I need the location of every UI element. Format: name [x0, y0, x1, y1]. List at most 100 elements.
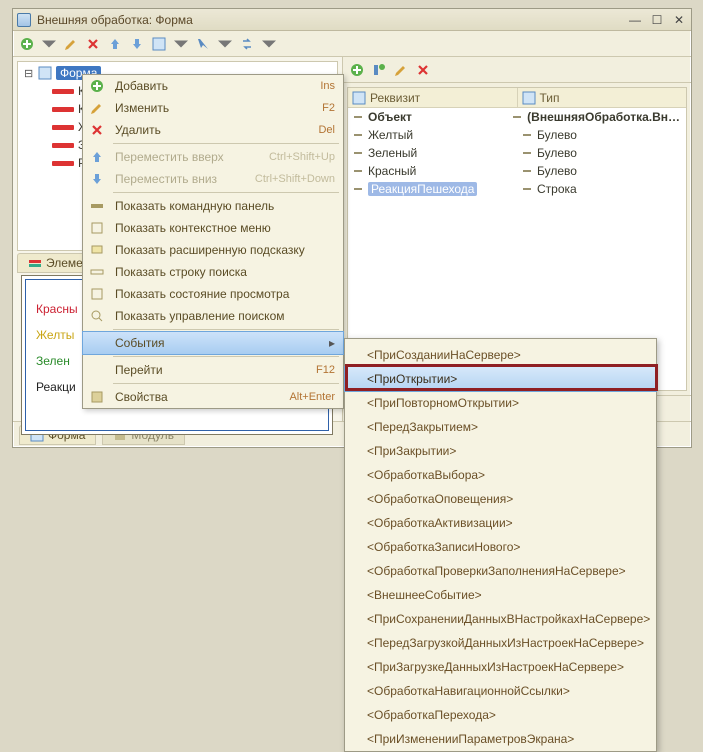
magnify-icon: [90, 309, 104, 323]
type-icon: [523, 134, 531, 136]
minimize-button[interactable]: —: [627, 13, 643, 27]
maximize-button[interactable]: ☐: [649, 13, 665, 27]
event-item[interactable]: <ПриЗагрузкеДанныхИзНастроекНаСервере>: [345, 655, 656, 679]
plus-icon: [90, 79, 104, 93]
req-name: Зеленый: [368, 146, 417, 160]
collapse-icon[interactable]: ⊟: [24, 67, 34, 80]
ctx-movedown: Переместить внизCtrl+Shift+Down: [83, 168, 343, 190]
event-item[interactable]: <ОбработкаОповещения>: [345, 487, 656, 511]
ctx-showcmd[interactable]: Показать командную панель: [83, 195, 343, 217]
item-glyph: [52, 143, 74, 148]
ctx-delete[interactable]: УдалитьDel: [83, 119, 343, 141]
req-name: РеакцияПешехода: [368, 182, 477, 196]
req-icon: [354, 116, 362, 118]
events-submenu: <ПриСозданииНаСервере><ПриОткрытии><ПриП…: [344, 338, 657, 752]
delete-button[interactable]: [83, 34, 103, 54]
moveup-button[interactable]: [105, 34, 125, 54]
ctx-showsearchctl[interactable]: Показать управление поиском: [83, 305, 343, 327]
add-dropdown[interactable]: [39, 34, 59, 54]
event-item[interactable]: <ПередЗагрузкойДанныхИзНастроекНаСервере…: [345, 631, 656, 655]
arrow-tool[interactable]: [193, 34, 213, 54]
event-item[interactable]: <ОбработкаПерехода>: [345, 703, 656, 727]
table-row[interactable]: РеакцияПешехода Строка: [348, 180, 686, 198]
viewstate-icon: [90, 287, 104, 301]
event-item[interactable]: <ПриЗакрытии>: [345, 439, 656, 463]
close-button[interactable]: ✕: [671, 13, 687, 27]
event-item[interactable]: <ПриОткрытии>: [345, 367, 656, 391]
table-icon: [38, 66, 52, 80]
event-item[interactable]: <ОбработкаПроверкиЗаполненияНаСервере>: [345, 559, 656, 583]
ctx-goto[interactable]: ПерейтиF12: [83, 359, 343, 381]
titlebar: Внешняя обработка: Форма — ☐ ✕: [13, 9, 691, 31]
type-icon: [523, 188, 531, 190]
preview-reaction-label: Реакци: [36, 380, 76, 394]
swap-tool[interactable]: [237, 34, 257, 54]
add-col-button[interactable]: [369, 60, 389, 80]
ctx-showsearch[interactable]: Показать строку поиска: [83, 261, 343, 283]
movedown-button[interactable]: [127, 34, 147, 54]
col-req: Реквизит: [370, 91, 420, 105]
preview-green-label: Зелен: [36, 354, 70, 368]
type-icon: [523, 170, 531, 172]
ctx-showtip[interactable]: Показать расширенную подсказку: [83, 239, 343, 261]
caret-2[interactable]: [215, 34, 235, 54]
req-name: Желтый: [368, 128, 413, 142]
grid-button[interactable]: [149, 34, 169, 54]
arrow-down-icon: [90, 172, 104, 186]
pencil-icon: [90, 101, 104, 115]
type-icon: [523, 152, 531, 154]
req-icon: [354, 188, 362, 190]
table-row[interactable]: КрасныйБулево: [348, 162, 686, 180]
preview-yellow-label: Желты: [36, 328, 74, 342]
preview-red-label: Красны: [36, 302, 78, 316]
event-item[interactable]: <ОбработкаНавигационнойСсылки>: [345, 679, 656, 703]
edit-button[interactable]: [61, 34, 81, 54]
ctx-showctx[interactable]: Показать контекстное меню: [83, 217, 343, 239]
event-item[interactable]: <ПриПовторномОткрытии>: [345, 391, 656, 415]
col-type: Тип: [540, 91, 560, 105]
context-menu: ДобавитьIns ИзменитьF2 УдалитьDel Переме…: [82, 74, 344, 409]
table-row[interactable]: Желтый Булево: [348, 126, 686, 144]
event-item[interactable]: <ПриИзмененииПараметровЭкрана>: [345, 727, 656, 751]
ctx-moveup: Переместить вверхCtrl+Shift+Up: [83, 146, 343, 168]
arrow-up-icon: [90, 150, 104, 164]
req-icon: [354, 152, 362, 154]
req-type: Булево: [537, 128, 577, 142]
chevron-right-icon: ▸: [329, 336, 335, 350]
searchbar-icon: [90, 265, 104, 279]
x-icon: [90, 123, 104, 137]
caret-1[interactable]: [171, 34, 191, 54]
req-type: Булево: [537, 146, 577, 160]
event-item[interactable]: <ОбработкаАктивизации>: [345, 511, 656, 535]
caret-3[interactable]: [259, 34, 279, 54]
req-type: Строка: [537, 182, 577, 196]
add-button[interactable]: [17, 34, 37, 54]
props-icon: [90, 390, 104, 404]
ctx-events[interactable]: События▸: [83, 332, 343, 354]
type-icon: [513, 116, 521, 118]
ctx-showview[interactable]: Показать состояние просмотра: [83, 283, 343, 305]
event-item[interactable]: <ВнешнееСобытие>: [345, 583, 656, 607]
req-icon: [354, 170, 362, 172]
table-row[interactable]: Объект(ВнешняяОбработка.Вн…: [348, 108, 686, 126]
event-item[interactable]: <ПриСохраненииДанныхВНастройкахНаСервере…: [345, 607, 656, 631]
event-item[interactable]: <ОбработкаЗаписиНового>: [345, 535, 656, 559]
column-icon: [522, 91, 536, 105]
toolbar-glyph: [52, 89, 74, 94]
req-name: Объект: [368, 110, 412, 124]
cmdpanel-icon: [90, 199, 104, 213]
ctx-add[interactable]: ДобавитьIns: [83, 75, 343, 97]
edit-req-button[interactable]: [391, 60, 411, 80]
item-glyph: [52, 161, 74, 166]
req-type: Булево: [537, 164, 577, 178]
req-icon: [354, 134, 362, 136]
ctx-props[interactable]: СвойстваAlt+Enter: [83, 386, 343, 408]
add-req-button[interactable]: [347, 60, 367, 80]
right-toolbar: [343, 57, 691, 83]
event-item[interactable]: <ПередЗакрытием>: [345, 415, 656, 439]
ctx-edit[interactable]: ИзменитьF2: [83, 97, 343, 119]
delete-req-button[interactable]: [413, 60, 433, 80]
event-item[interactable]: <ОбработкаВыбора>: [345, 463, 656, 487]
table-row[interactable]: Зеленый Булево: [348, 144, 686, 162]
event-item[interactable]: <ПриСозданииНаСервере>: [345, 343, 656, 367]
